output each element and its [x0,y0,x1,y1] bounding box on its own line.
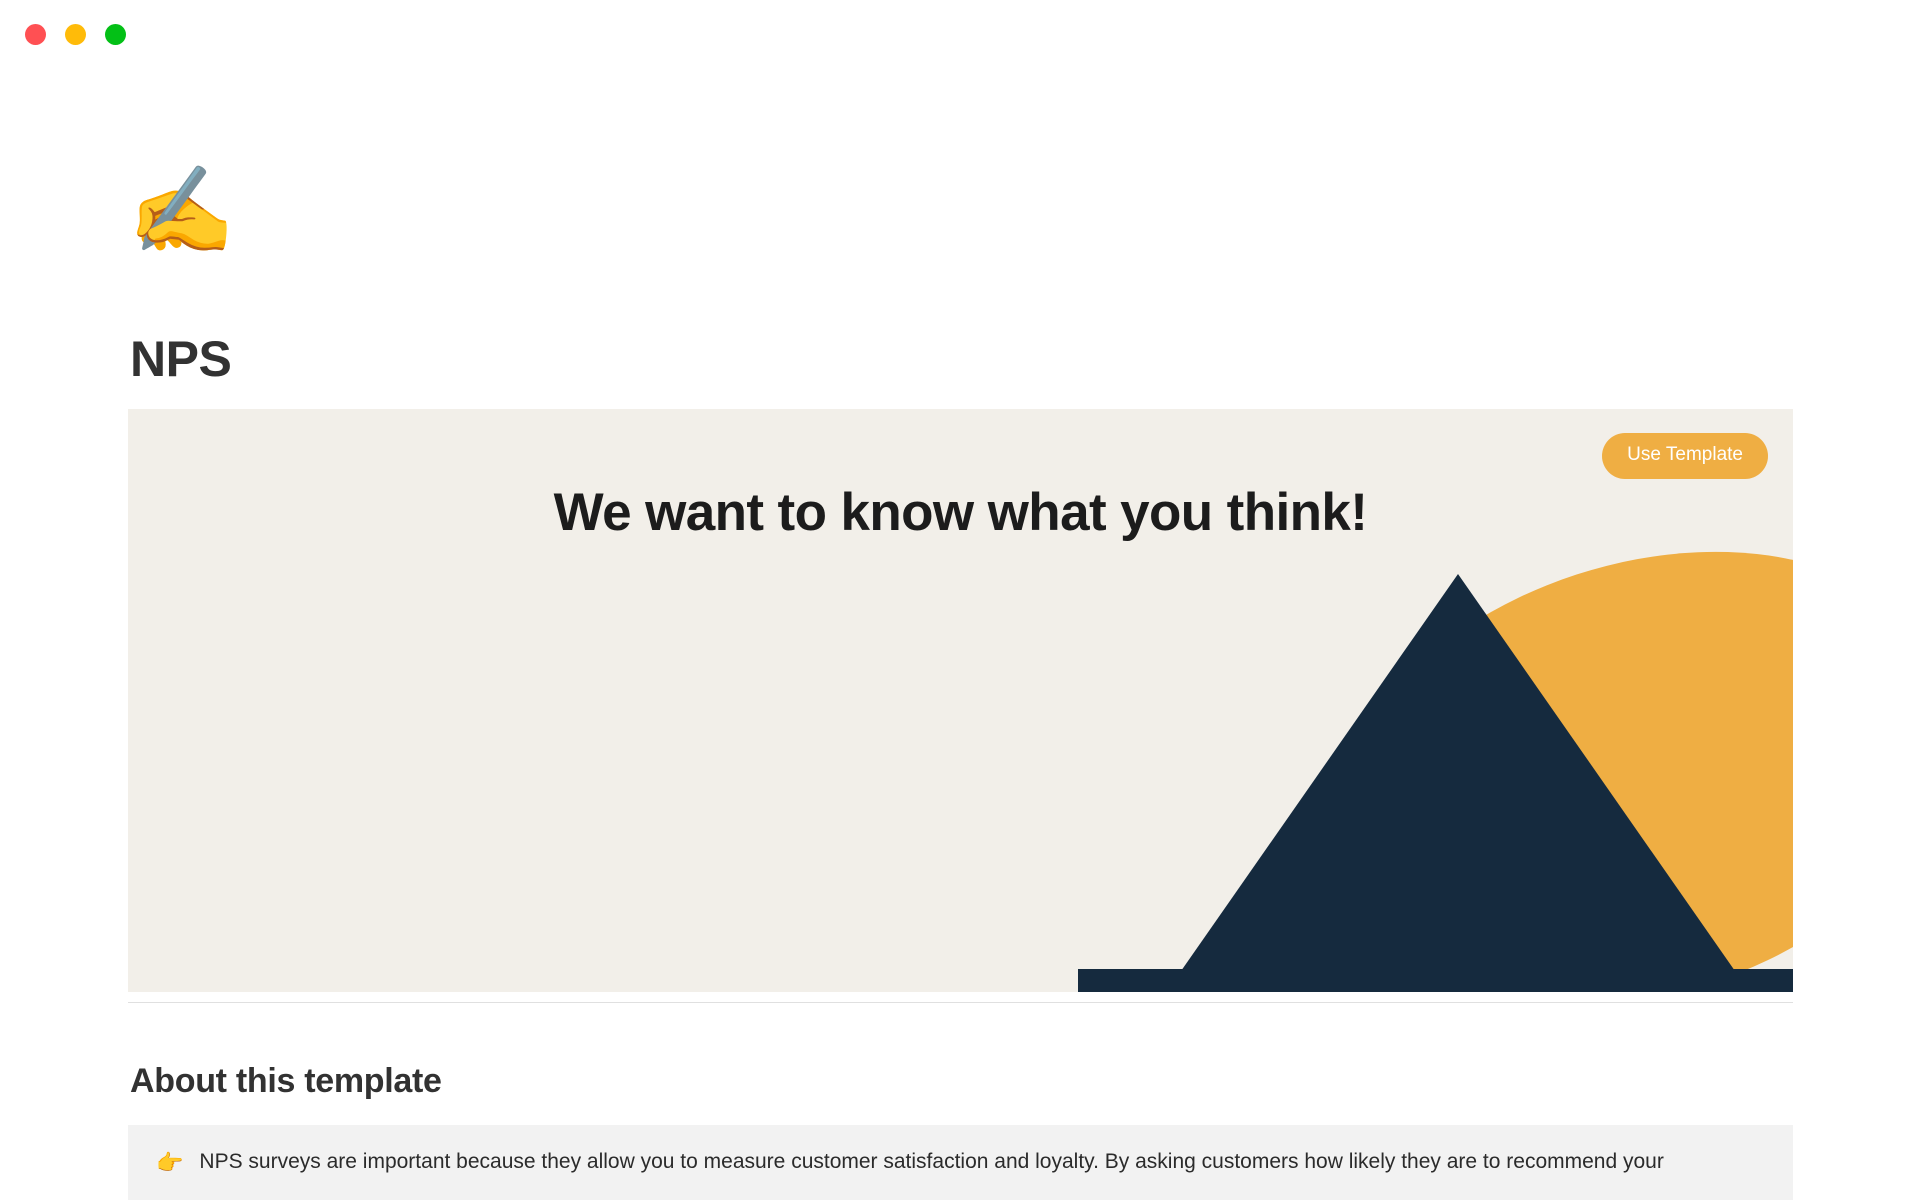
form-headline: We want to know what you think! [553,483,1368,542]
pointing-right-emoji: 👉 [156,1150,184,1175]
about-body-row: 👉 NPS surveys are important because they… [156,1148,1763,1178]
page-title: NPS [130,331,232,387]
use-template-button[interactable]: Use Template [1602,433,1768,479]
about-section-heading: About this template [130,1062,442,1100]
form-preview-card: Use Template We want to know what you th… [128,409,1793,992]
about-body-text: NPS surveys are important because they a… [199,1150,1664,1173]
page-content: ✍️ NPS Use Template We want to know what… [0,0,1920,1200]
writing-hand-emoji: ✍️ [128,163,236,259]
about-section-body: 👉 NPS surveys are important because they… [128,1125,1793,1200]
form-preview-inner: Use Template We want to know what you th… [128,409,1793,992]
section-divider [128,1002,1793,1003]
